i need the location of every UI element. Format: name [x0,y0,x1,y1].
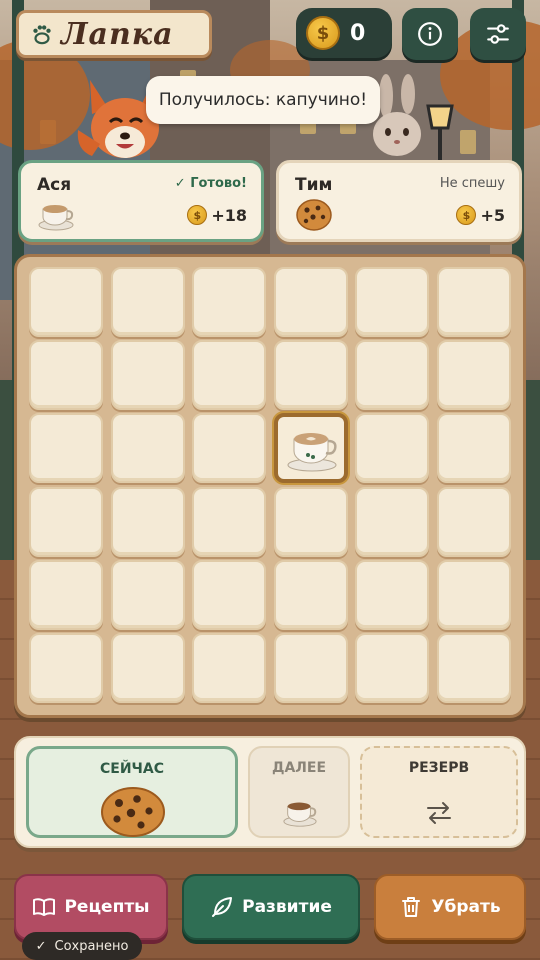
item-queue: СЕЙЧАС ДАЛЕЕ РЕЗЕРВ [14,736,526,848]
speech-bubble: Получилось: капучино! [146,76,380,124]
board-cell[interactable] [355,413,430,484]
cookie-icon [101,787,165,837]
board-cell[interactable] [192,632,267,703]
board-cell[interactable] [355,632,430,703]
game-logo: Лапка [16,10,212,58]
slot-label: СЕЙЧАС [100,761,164,777]
cappuccino-icon [283,802,317,827]
board-cell[interactable] [192,413,267,484]
settings-button[interactable] [470,8,526,60]
cookie-icon [296,199,332,231]
board-cell[interactable] [29,340,103,411]
order-card-tim[interactable]: Тим Не спешу $ +5 [276,160,522,242]
board-cell[interactable] [29,413,103,484]
remove-button[interactable]: Убрать [374,874,526,940]
next-item-slot: ДАЛЕЕ [248,746,350,838]
order-status: ✓ Готово! [174,176,247,191]
current-item-slot[interactable]: СЕЙЧАС [26,746,238,838]
board-grid [29,267,511,703]
board-cell[interactable] [355,267,430,337]
board-cell[interactable] [436,632,511,703]
board-cell[interactable] [192,340,267,411]
order-reward: $ +18 [187,205,247,225]
board-cell[interactable] [110,559,185,630]
check-icon: ✓ [35,938,47,954]
board-cell[interactable] [110,413,185,484]
board-cell[interactable] [192,267,267,337]
customer-name: Тим [295,175,333,195]
board-cell[interactable] [110,340,185,411]
order-status: Не спешу [439,176,505,191]
recipes-label: Рецепты [64,897,150,917]
leaf-icon [212,897,233,917]
board-cell[interactable] [273,559,348,630]
board-cell[interactable] [110,267,185,337]
coin-icon: $ [187,205,208,225]
book-icon [33,898,56,916]
board-cell[interactable] [436,559,511,630]
street-lamp [426,104,454,166]
saved-toast: ✓ Сохранено [22,932,142,960]
slot-label: ДАЛЕЕ [271,760,327,776]
board-cell[interactable] [436,340,511,411]
cappuccino-icon [38,205,74,231]
board-cell[interactable] [273,486,348,557]
reserve-slot[interactable]: РЕЗЕРВ [360,746,518,838]
info-icon [418,22,442,46]
board-cell[interactable] [273,632,348,703]
swap-icon [427,802,451,824]
board-cell[interactable] [29,559,103,630]
recipes-button[interactable]: Рецепты [14,874,168,940]
board-cell[interactable] [273,267,348,337]
board-cell[interactable] [355,340,430,411]
board-cell[interactable] [110,486,185,557]
board-cell[interactable] [192,486,267,557]
info-button[interactable] [402,8,458,60]
board-cell[interactable] [29,486,103,557]
cappuccino-icon [287,433,337,472]
board-cell[interactable] [355,559,430,630]
board-cell[interactable] [110,632,185,703]
slot-label: РЕЗЕРВ [408,760,470,776]
coin-icon: $ [456,205,477,225]
board-cell[interactable] [273,340,348,411]
customer-name: Ася [37,175,72,195]
paw-icon [33,25,51,45]
order-card-asya[interactable]: Ася ✓ Готово! $ +18 [18,160,264,242]
board-cell[interactable] [29,632,103,703]
board-cell[interactable] [192,559,267,630]
coin-icon: $ [306,16,340,50]
trash-icon [402,897,421,917]
board-cell[interactable] [29,267,103,337]
saved-label: Сохранено [54,938,129,954]
order-reward: $ +5 [456,205,505,225]
board-cell[interactable] [273,413,348,484]
sliders-icon [487,24,509,44]
board-cell[interactable] [436,413,511,484]
board-cell[interactable] [355,486,430,557]
game-title: Лапка [61,16,174,52]
remove-label: Убрать [431,897,501,917]
board-cell[interactable] [436,486,511,557]
development-button[interactable]: Развитие [182,874,360,940]
coin-counter: $ 0 [296,8,392,58]
development-label: Развитие [242,897,332,917]
board-cell[interactable] [436,267,511,337]
coin-count: 0 [350,20,366,46]
game-board [14,254,526,718]
